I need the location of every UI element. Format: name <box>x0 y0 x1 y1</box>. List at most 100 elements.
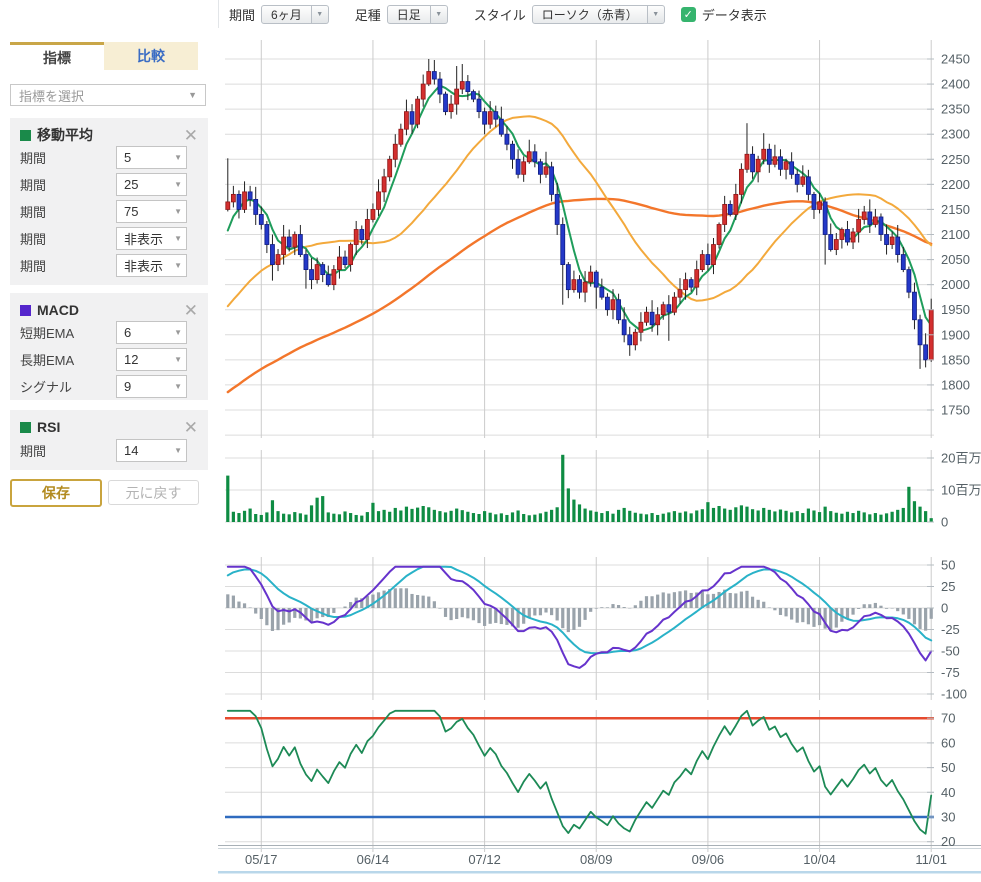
chevron-down-icon: ▼ <box>174 261 182 270</box>
svg-text:1850: 1850 <box>941 352 970 367</box>
ma-period-select-1[interactable]: 5▼ <box>116 146 187 169</box>
svg-text:50: 50 <box>941 760 955 775</box>
panel-title: 移動平均 <box>37 125 93 145</box>
macd-fast-label: 短期EMA <box>20 323 74 342</box>
svg-text:2200: 2200 <box>941 177 970 192</box>
period-select[interactable]: 6ヶ月 ▼ <box>261 5 329 24</box>
close-icon[interactable]: ✕ <box>184 419 198 436</box>
macd-signal-label: シグナル <box>20 377 72 396</box>
svg-text:09/06: 09/06 <box>692 852 725 867</box>
ma-period-select-2[interactable]: 25▼ <box>116 173 187 196</box>
macd-fast-select[interactable]: 6▼ <box>116 321 187 344</box>
chevron-down-icon: ▼ <box>174 153 182 162</box>
svg-text:2400: 2400 <box>941 77 970 92</box>
reset-button[interactable]: 元に戻す <box>108 480 199 505</box>
svg-text:11/01: 11/01 <box>915 852 947 867</box>
rsi-period-label: 期間 <box>20 441 46 460</box>
legend-square-icon <box>20 422 31 433</box>
legend-square-icon <box>20 305 31 316</box>
legend-square-icon <box>20 130 31 141</box>
rsi-period-select[interactable]: 14▼ <box>116 439 187 462</box>
rsi-panel <box>225 711 934 834</box>
chart-toolbar: 期間 6ヶ月 ▼ 足種 日足 ▼ スタイル ローソク（赤青） ▼ ✓ データ表示 <box>218 0 981 29</box>
chevron-down-icon[interactable]: ▼ <box>648 5 665 24</box>
panel-moving-average: 移動平均 ✕ 期間 5▼ 期間 25▼ 期間 75▼ 期間 非表示▼ 期間 非表… <box>10 118 208 285</box>
indicator-select-placeholder: 指標を選択 <box>19 86 84 105</box>
macd-panel <box>226 567 933 668</box>
svg-text:10/04: 10/04 <box>803 852 836 867</box>
chart-canvas[interactable]: 2450240023502300225022002150210020502000… <box>218 28 981 877</box>
style-label: スタイル <box>474 5 526 24</box>
panel-macd: MACD ✕ 短期EMA 6▼ 長期EMA 12▼ シグナル 9▼ <box>10 293 208 400</box>
svg-text:2450: 2450 <box>941 52 970 67</box>
period-label: 期間 <box>229 5 255 24</box>
svg-text:08/09: 08/09 <box>580 852 613 867</box>
svg-text:2300: 2300 <box>941 127 970 142</box>
svg-text:1950: 1950 <box>941 302 970 317</box>
svg-text:1800: 1800 <box>941 377 970 392</box>
chevron-down-icon: ▼ <box>174 234 182 243</box>
svg-text:-75: -75 <box>941 665 960 680</box>
macd-signal-select[interactable]: 9▼ <box>116 375 187 398</box>
svg-text:0: 0 <box>941 601 948 616</box>
svg-text:07/12: 07/12 <box>468 852 501 867</box>
svg-text:10百万: 10百万 <box>941 483 981 498</box>
sidebar-tabs: 指標 比較 <box>10 42 198 70</box>
svg-text:-50: -50 <box>941 644 960 659</box>
svg-text:20: 20 <box>941 834 955 849</box>
ma-period-label-3: 期間 <box>20 202 46 221</box>
svg-text:70: 70 <box>941 711 955 726</box>
moving-averages <box>228 86 931 393</box>
svg-text:40: 40 <box>941 785 955 800</box>
close-icon[interactable]: ✕ <box>184 302 198 319</box>
style-select[interactable]: ローソク（赤青） ▼ <box>532 5 665 24</box>
volume-panel <box>226 455 933 522</box>
data-display-label: データ表示 <box>702 5 767 24</box>
svg-text:60: 60 <box>941 735 955 750</box>
svg-text:1750: 1750 <box>941 403 970 418</box>
chevron-down-icon: ▼ <box>174 328 182 337</box>
svg-text:2050: 2050 <box>941 252 970 267</box>
ma-period-label-1: 期間 <box>20 148 46 167</box>
chevron-down-icon: ▼ <box>174 382 182 391</box>
panel-rsi: RSI ✕ 期間 14▼ <box>10 410 208 470</box>
svg-text:0: 0 <box>941 515 948 530</box>
svg-text:-25: -25 <box>941 622 960 637</box>
data-display-checkbox[interactable]: ✓ <box>681 7 696 22</box>
svg-text:2150: 2150 <box>941 202 970 217</box>
ma-period-select-4[interactable]: 非表示▼ <box>116 227 187 250</box>
macd-slow-select[interactable]: 12▼ <box>116 348 187 371</box>
ma-period-label-2: 期間 <box>20 175 46 194</box>
indicator-select[interactable]: 指標を選択 ▼ <box>10 84 206 106</box>
bar-type-label: 足種 <box>355 5 381 24</box>
chevron-down-icon[interactable]: ▼ <box>431 5 448 24</box>
ma-period-select-5[interactable]: 非表示▼ <box>116 254 187 277</box>
close-icon[interactable]: ✕ <box>184 127 198 144</box>
panel-title: RSI <box>37 419 60 435</box>
bar-type-select[interactable]: 日足 ▼ <box>387 5 448 24</box>
tab-indicators[interactable]: 指標 <box>10 42 104 70</box>
svg-text:20百万: 20百万 <box>941 451 981 466</box>
svg-text:2000: 2000 <box>941 277 970 292</box>
chart-area[interactable]: 2450240023502300225022002150210020502000… <box>218 28 981 877</box>
svg-text:05/17: 05/17 <box>245 852 278 867</box>
indicator-sidebar: 指標 比較 指標を選択 ▼ 移動平均 ✕ 期間 5▼ 期間 25▼ 期間 75▼… <box>0 0 218 877</box>
svg-text:2100: 2100 <box>941 227 970 242</box>
svg-text:-100: -100 <box>941 687 967 702</box>
panel-title: MACD <box>37 302 79 318</box>
chevron-down-icon: ▼ <box>174 180 182 189</box>
ma-period-label-4: 期間 <box>20 229 46 248</box>
svg-text:30: 30 <box>941 810 955 825</box>
ma-period-select-3[interactable]: 75▼ <box>116 200 187 223</box>
chevron-down-icon: ▼ <box>188 90 197 100</box>
tab-compare[interactable]: 比較 <box>104 42 198 70</box>
chevron-down-icon[interactable]: ▼ <box>312 5 329 24</box>
svg-text:50: 50 <box>941 558 955 573</box>
save-button[interactable]: 保存 <box>10 479 102 507</box>
candles <box>226 59 933 369</box>
chevron-down-icon: ▼ <box>174 355 182 364</box>
svg-text:2250: 2250 <box>941 152 970 167</box>
svg-text:2350: 2350 <box>941 102 970 117</box>
chevron-down-icon: ▼ <box>174 446 182 455</box>
ma-period-label-5: 期間 <box>20 256 46 275</box>
